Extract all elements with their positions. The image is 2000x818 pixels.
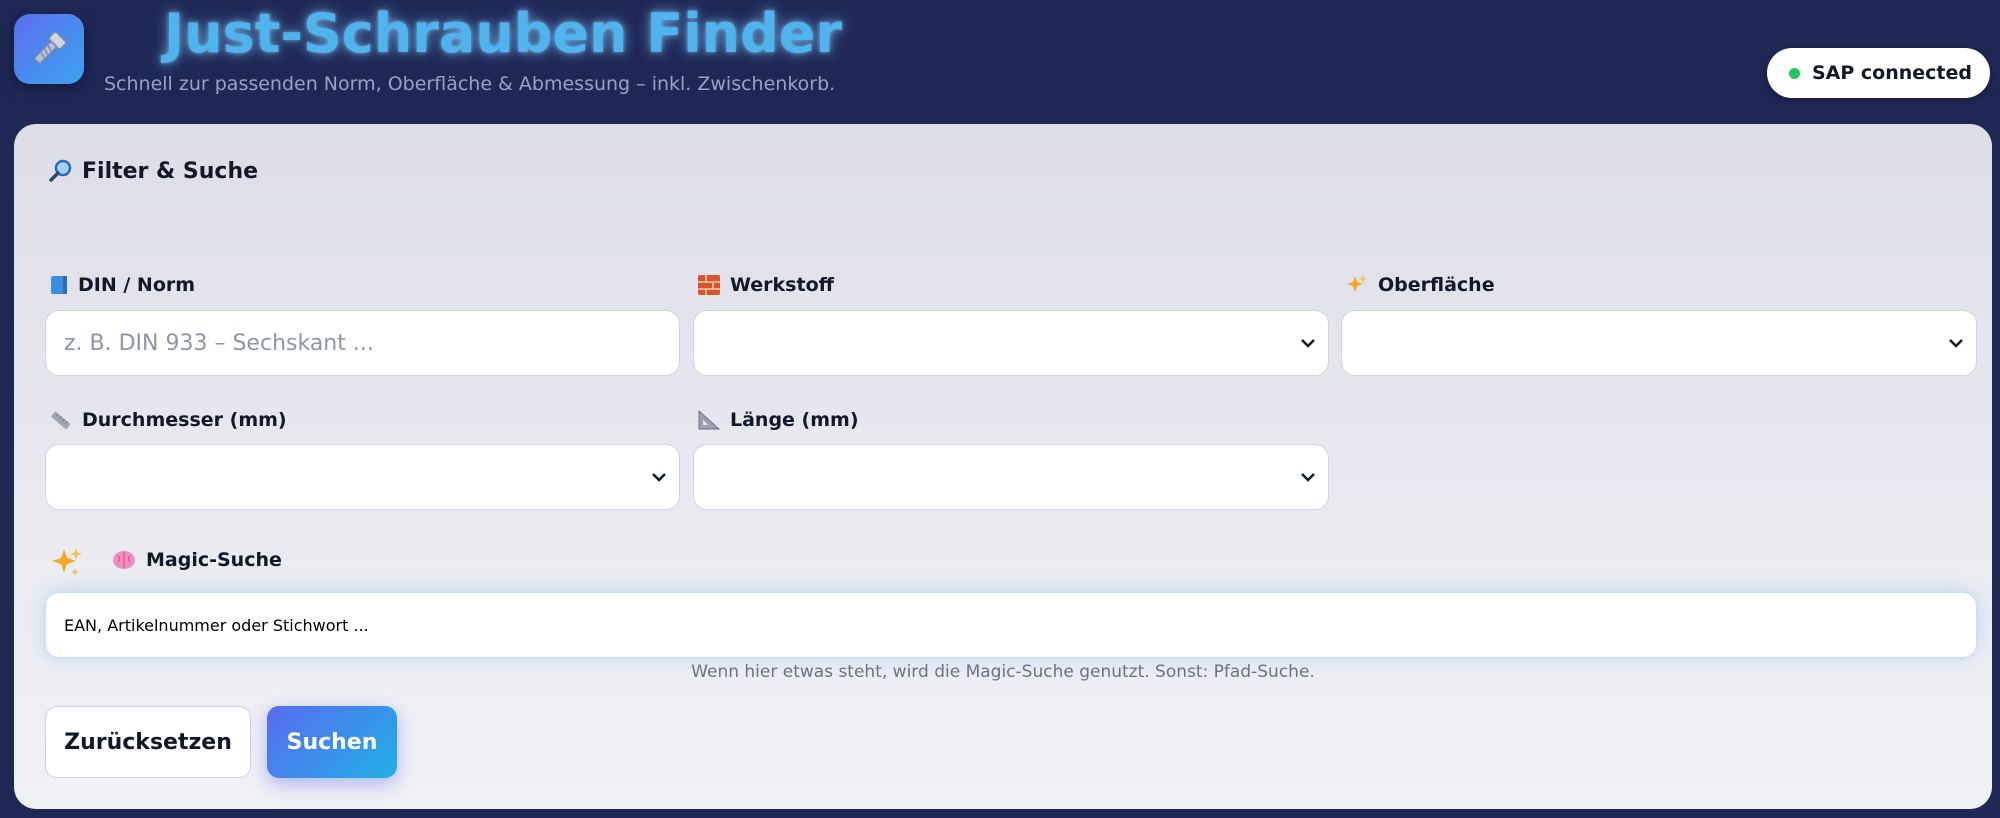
chevron-down-icon xyxy=(1301,339,1315,348)
reset-button[interactable]: Zurücksetzen xyxy=(45,706,251,778)
bolt-icon xyxy=(34,31,67,64)
werkstoff-label: Werkstoff xyxy=(698,274,834,296)
chevron-down-icon xyxy=(652,473,666,482)
chevron-down-icon xyxy=(1301,473,1315,482)
oberflaeche-label: Oberfläche xyxy=(1346,274,1495,296)
filter-panel: Filter & Suche DIN / Norm Werkstoff Ober… xyxy=(14,124,1992,809)
panel-title: Filter & Suche xyxy=(48,158,258,184)
magic-sparkles-icon xyxy=(52,548,82,576)
panel-title-text: Filter & Suche xyxy=(82,158,259,184)
durchmesser-label: Durchmesser (mm) xyxy=(50,409,287,431)
magic-search-input[interactable]: EAN, Artikelnummer oder Stichwort ... xyxy=(45,592,1977,658)
magnifier-icon xyxy=(49,159,72,182)
oberflaeche-select[interactable] xyxy=(1341,310,1977,376)
magic-search-hint: Wenn hier etwas steht, wird die Magic-Su… xyxy=(691,662,1315,682)
laenge-label: Länge (mm) xyxy=(698,409,859,431)
durchmesser-select[interactable] xyxy=(45,444,680,510)
app-logo xyxy=(14,14,84,84)
ruler-icon xyxy=(51,411,71,430)
status-dot-icon xyxy=(1788,67,1800,79)
chevron-down-icon xyxy=(1949,339,1963,348)
brain-icon xyxy=(113,551,135,569)
search-button[interactable]: Suchen xyxy=(267,706,397,778)
din-label: DIN / Norm xyxy=(50,274,195,296)
magic-search-label: Magic-Suche xyxy=(112,549,282,571)
book-icon xyxy=(51,276,67,294)
laenge-select[interactable] xyxy=(693,444,1329,510)
werkstoff-select[interactable] xyxy=(693,310,1329,376)
app-subtitle: Schnell zur passenden Norm, Oberfläche &… xyxy=(104,73,836,95)
triangle-ruler-icon xyxy=(698,410,720,430)
app-title: Just-Schrauben Finder xyxy=(164,2,843,65)
sap-status-badge: SAP connected xyxy=(1766,48,1990,98)
sparkles-icon xyxy=(1347,275,1367,292)
sap-status-text: SAP connected xyxy=(1811,62,1972,84)
din-input[interactable]: z. B. DIN 933 – Sechskant ... xyxy=(45,310,680,376)
brick-icon xyxy=(698,275,720,295)
